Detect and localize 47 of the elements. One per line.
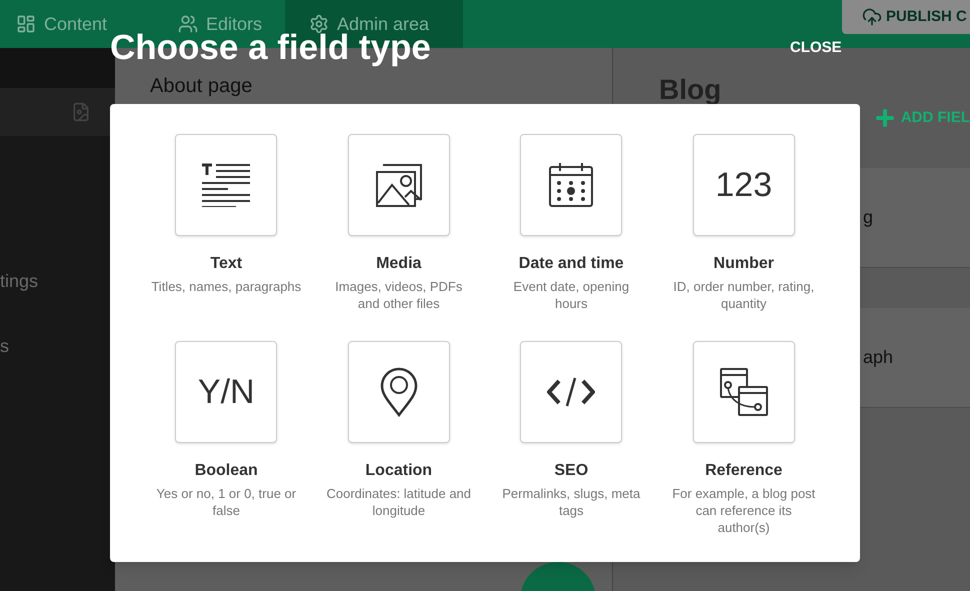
field-type-description: Coordinates: latitude and longitude	[325, 485, 472, 520]
field-type-description: Permalinks, slugs, meta tags	[501, 485, 642, 520]
field-type-title: SEO	[554, 461, 588, 481]
field-type-description: Yes or no, 1 or 0, true or false	[155, 485, 298, 520]
field-type-description: Titles, names, paragraphs	[151, 278, 302, 296]
field-type-tile[interactable]: 123	[692, 134, 795, 236]
field-type-tile[interactable]: Y/N	[175, 341, 278, 443]
add-field-button[interactable]: ADD FIEL	[872, 106, 970, 130]
field-type-title: Location	[365, 461, 432, 481]
field-type-description: Event date, opening hours	[512, 278, 630, 313]
field-type-tile[interactable]	[520, 341, 622, 443]
row-text: g	[863, 206, 874, 229]
field-type-title: Boolean	[194, 461, 258, 481]
sidebar-item[interactable]: tings	[0, 268, 38, 295]
image-file-icon	[71, 102, 91, 122]
field-type-description: Images, videos, PDFs and other files	[334, 278, 464, 313]
images-icon	[374, 163, 423, 207]
sidebar-item[interactable]: s	[0, 333, 9, 360]
field-type-title: Text	[210, 254, 242, 274]
code-icon	[547, 377, 596, 407]
field-type-tile[interactable]	[348, 134, 450, 236]
location-pin-icon	[380, 367, 418, 417]
field-type-description: For example, a blog post can reference its author(s)	[671, 485, 816, 536]
users-icon	[178, 14, 198, 34]
panel-heading: Blog	[659, 76, 722, 104]
page-heading: About page	[150, 75, 252, 97]
field-type-tile[interactable]	[175, 134, 278, 236]
calendar-icon	[548, 162, 594, 208]
field-type-title: Date and time	[518, 254, 624, 274]
sidebar-row[interactable]	[0, 88, 115, 136]
glyph-icon: 123	[715, 168, 772, 202]
row-text: aph	[863, 346, 894, 369]
linked-windows-icon	[718, 367, 769, 417]
settings-icon	[309, 14, 329, 34]
field-type-tile[interactable]	[348, 341, 450, 443]
cloud-upload-icon	[862, 7, 882, 27]
dashboard-icon	[16, 14, 36, 34]
field-type-tile[interactable]	[520, 134, 622, 236]
publish-button[interactable]: PUBLISH C	[842, 0, 970, 34]
glyph-icon: Y/N	[198, 375, 255, 409]
text-lines-icon	[201, 163, 252, 207]
close-button[interactable]: CLOSE	[790, 37, 842, 60]
field-type-tile[interactable]	[692, 341, 795, 443]
field-type-description: ID, order number, rating, quantity	[672, 278, 816, 313]
field-type-title: Reference	[705, 461, 782, 481]
field-type-title: Media	[376, 254, 422, 274]
field-type-title: Number	[714, 254, 774, 274]
